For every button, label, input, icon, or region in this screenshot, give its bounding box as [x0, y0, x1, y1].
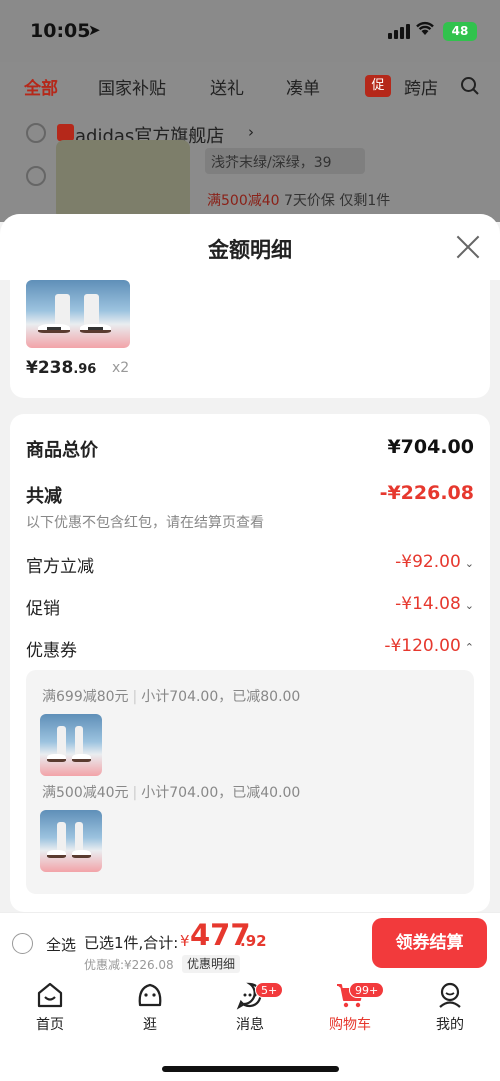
- total-off-value: -¥226.08: [379, 482, 474, 504]
- battery-indicator: 48: [443, 22, 477, 41]
- variant-selector[interactable]: 浅芥末绿/深绿，39: [205, 148, 365, 174]
- item-price-int: ¥238: [26, 358, 74, 378]
- product-thumbnail[interactable]: [56, 140, 190, 220]
- tab-home[interactable]: 首页: [15, 980, 85, 1034]
- checkout-button[interactable]: 领券结算: [372, 918, 487, 968]
- bottom-tab-bar: 首页 逛 消息 5+ 购物车 99+ 我的: [0, 974, 500, 1081]
- price-breakdown-card: 商品总价 ¥704.00 共减 -¥226.08 以下优惠不包含红包，请在结算页…: [10, 414, 490, 912]
- item-image[interactable]: [26, 280, 130, 348]
- coupon-line-2: 满500减40元 | 小计704.00，已减40.00: [42, 785, 301, 801]
- coupon-detail: 小计704.00，已减80.00: [141, 689, 301, 705]
- tab-label: 我的: [436, 1017, 464, 1033]
- discount-note: 以下优惠不包含红包，请在结算页查看: [26, 515, 264, 531]
- coupon-value: -¥120.00: [384, 636, 461, 656]
- tab-cart[interactable]: 购物车 99+: [315, 980, 385, 1034]
- promotion-row[interactable]: -¥14.08 ⌄: [395, 594, 474, 614]
- cart-page-background: 全部 国家补贴 送礼 凑单 促 跨店 adidas官方旗舰店 › 浅芥末绿/深绿…: [0, 62, 500, 222]
- discount-detail-button[interactable]: 优惠明细: [182, 955, 241, 973]
- tab-all[interactable]: 全部: [24, 74, 58, 99]
- coupon-detail: 小计704.00，已减40.00: [141, 785, 301, 801]
- item-quantity: x2: [112, 360, 130, 376]
- tab-national-subsidy[interactable]: 国家补贴: [98, 74, 166, 99]
- item-price: ¥238.96: [26, 358, 96, 378]
- tab-browse[interactable]: 逛: [115, 980, 185, 1034]
- item-card: ¥238.96 x2: [10, 280, 490, 398]
- promo-text: 满500减40 7天价保 仅剩1件: [207, 190, 390, 210]
- chevron-down-icon: ⌄: [464, 557, 474, 570]
- amount-detail-sheet: 金额明细 ¥238.96 x2 商品总价 ¥704.00 共减 -¥226.08…: [0, 214, 500, 912]
- profile-icon: [439, 982, 461, 1008]
- official-discount-value: -¥92.00: [395, 552, 461, 572]
- select-all-radio[interactable]: [12, 933, 33, 954]
- messages-badge: 5+: [255, 982, 284, 998]
- tab-label: 消息: [236, 1017, 264, 1033]
- home-indicator: [162, 1066, 339, 1072]
- promotion-label: 促销: [26, 599, 60, 619]
- total-decimal: .92: [240, 932, 267, 950]
- shop-select-radio[interactable]: [26, 123, 46, 143]
- cellular-signal-icon: [388, 24, 410, 39]
- item-select-radio[interactable]: [26, 166, 46, 186]
- total-off-label: 共减: [26, 486, 62, 507]
- chevron-down-icon: ⌄: [464, 599, 474, 612]
- currency-symbol: ¥: [180, 932, 190, 950]
- sheet-title: 金额明细: [208, 238, 292, 262]
- coupon-line-1: 满699减80元 | 小计704.00，已减80.00: [42, 689, 301, 705]
- goods-total-label: 商品总价: [26, 440, 98, 461]
- home-icon: [37, 982, 63, 1008]
- tab-gift[interactable]: 送礼: [210, 74, 244, 99]
- tab-messages[interactable]: 消息 5+: [215, 980, 285, 1034]
- coupon-detail-box: 满699减80元 | 小计704.00，已减80.00 满500减40元 | 小计704…: [26, 670, 474, 894]
- cart-filter-tabs: 全部 国家补贴 送礼 凑单 促 跨店: [0, 74, 500, 110]
- coupon-rule: 满699减80元: [42, 689, 129, 705]
- discount-summary: 优惠减:¥226.08: [84, 958, 174, 972]
- selected-count: 已选1件,合计:: [84, 934, 179, 952]
- cart-badge: 99+: [349, 982, 385, 998]
- coupon-rule: 满500减40元: [42, 785, 129, 801]
- coupon-item-image[interactable]: [40, 810, 102, 872]
- promo-badge: 促: [365, 75, 391, 97]
- official-discount-label: 官方立减: [26, 557, 94, 577]
- tab-label: 首页: [36, 1017, 64, 1033]
- tab-bundle[interactable]: 凑单: [286, 74, 320, 99]
- coupon-item-image[interactable]: [40, 714, 102, 776]
- item-price-dec: .96: [73, 362, 97, 377]
- coupon-row[interactable]: -¥120.00 ⌃: [384, 636, 474, 656]
- status-bar: 10:05 ➤ 48: [0, 0, 500, 62]
- wifi-icon: [415, 20, 435, 40]
- tab-label: 购物车: [329, 1017, 371, 1033]
- store-logo-icon: [57, 124, 74, 141]
- select-all-label[interactable]: 全选: [46, 934, 76, 955]
- official-discount-row[interactable]: -¥92.00 ⌄: [395, 552, 474, 572]
- coupon-label: 优惠券: [26, 641, 77, 661]
- status-time: 10:05: [30, 20, 91, 42]
- chevron-right-icon: ›: [248, 123, 254, 141]
- tab-label: 逛: [143, 1017, 157, 1033]
- location-arrow-icon: ➤: [88, 21, 101, 39]
- browse-icon: [138, 983, 162, 1007]
- search-icon[interactable]: [460, 76, 480, 101]
- promotion-value: -¥14.08: [395, 594, 461, 614]
- tab-me[interactable]: 我的: [415, 980, 485, 1034]
- sheet-header: 金额明细: [0, 214, 500, 280]
- close-icon[interactable]: [455, 234, 481, 260]
- promo-rule: 满500减40: [207, 193, 280, 209]
- chevron-up-icon: ⌃: [464, 641, 474, 654]
- checkout-bar: 全选 已选1件,合计: ¥ 477 .92 优惠减:¥226.08 优惠明细 领…: [0, 912, 500, 974]
- tab-cross-store[interactable]: 跨店: [404, 74, 438, 99]
- goods-total-value: ¥704.00: [387, 436, 474, 458]
- promo-extra: 7天价保 仅剩1件: [284, 193, 391, 209]
